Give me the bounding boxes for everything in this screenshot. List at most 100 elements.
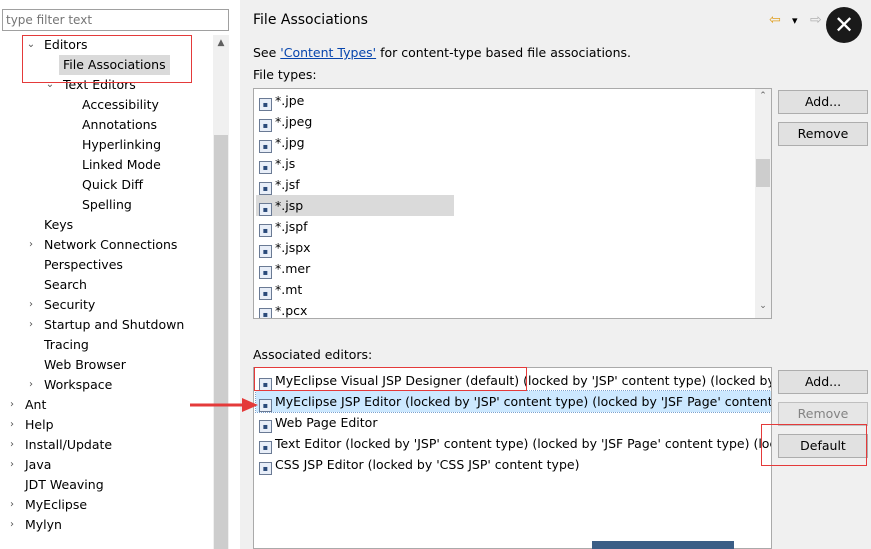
tree-scroll-thumb[interactable] <box>214 135 228 549</box>
file-associations-page: File Associations ⇦ ▾ ⇨ ✕ See 'Content T… <box>240 0 871 549</box>
text-editor-icon: ▪ <box>259 441 272 454</box>
scroll-down-icon[interactable]: ⌄ <box>755 301 771 311</box>
chevron-right-icon[interactable]: › <box>26 315 36 335</box>
file-types-label: File types: <box>253 67 317 82</box>
forward-arrow-icon[interactable]: ⇨ <box>810 12 822 28</box>
editor-row[interactable]: ▪ Web Page Editor <box>259 412 377 433</box>
file-type-row[interactable]: ▪ *.jpg <box>259 132 305 153</box>
tree-item-linked-mode[interactable]: Linked Mode <box>82 155 161 175</box>
file-type-name: *.jsf <box>275 177 300 192</box>
file-type-row[interactable]: ▪ *.mer <box>259 258 310 279</box>
nav-menu-chevron-icon[interactable]: ▾ <box>792 14 798 27</box>
file-types-scrollbar[interactable]: ⌃ ⌄ <box>755 89 771 318</box>
remove-editor-button[interactable]: Remove <box>778 402 868 426</box>
highlight-box-editors <box>22 35 192 83</box>
jsp-file-icon: ▪ <box>259 245 272 258</box>
tree-item-security[interactable]: Security <box>44 295 95 315</box>
add-editor-button[interactable]: Add... <box>778 370 868 394</box>
file-type-name: *.mt <box>275 282 303 297</box>
add-file-type-button[interactable]: Add... <box>778 90 868 114</box>
file-type-name: *.jpe <box>275 93 305 108</box>
file-type-row[interactable]: ▪ *.mt <box>259 279 302 300</box>
tree-item-install-update[interactable]: Install/Update <box>25 435 112 455</box>
tree-item-accessibility[interactable]: Accessibility <box>82 95 159 115</box>
file-types-scroll-thumb[interactable] <box>756 159 770 187</box>
tree-item-java[interactable]: Java <box>25 455 51 475</box>
file-type-name: *.jpg <box>275 135 305 150</box>
tree-item-myeclipse[interactable]: MyEclipse <box>25 495 87 515</box>
close-icon[interactable]: ✕ <box>826 7 862 43</box>
scroll-up-icon[interactable]: ⌃ <box>755 91 771 101</box>
tree-item-startup-and-shutdown[interactable]: Startup and Shutdown <box>44 315 184 335</box>
editor-name: MyEclipse JSP Editor (locked by 'JSP' co… <box>275 394 772 409</box>
tree-item-hyperlinking[interactable]: Hyperlinking <box>82 135 161 155</box>
tree-item-spelling[interactable]: Spelling <box>82 195 132 215</box>
file-type-row[interactable]: ▪ *.js <box>259 153 295 174</box>
web-page-icon: ▪ <box>259 420 272 433</box>
editor-name: CSS JSP Editor (locked by 'CSS JSP' cont… <box>275 457 580 472</box>
tree-item-workspace[interactable]: Workspace <box>44 375 112 395</box>
jsf-file-icon: ▪ <box>259 182 272 195</box>
editor-row[interactable]: ▪ MyEclipse JSP Editor (locked by 'JSP' c… <box>255 390 772 413</box>
chevron-right-icon[interactable]: › <box>7 395 17 415</box>
tree-item-network-connections[interactable]: Network Connections <box>44 235 177 255</box>
chevron-right-icon[interactable]: › <box>26 235 36 255</box>
file-type-row[interactable]: ▪ *.jsf <box>259 174 300 195</box>
back-arrow-icon[interactable]: ⇦ <box>769 12 781 28</box>
file-type-row[interactable]: ▪ *.jspx <box>259 237 311 258</box>
file-type-name: *.pcx <box>275 303 308 318</box>
file-types-list[interactable]: ⌃ ⌄ ▪ *.jpe ▪ *.jpeg ▪ *.jpg ▪ *.js ▪ *.jsf ▪ *.jsp… <box>253 88 772 319</box>
preferences-tree-pane: ⌄EditorsFile Associations⌄Text EditorsAc… <box>0 0 232 549</box>
chevron-right-icon[interactable]: › <box>7 435 17 455</box>
tree-item-jdt-weaving[interactable]: JDT Weaving <box>25 475 104 495</box>
jsp-file-icon: ▪ <box>259 203 272 216</box>
js-file-icon: ▪ <box>259 161 272 174</box>
taskbar-fragment <box>592 541 734 549</box>
file-type-name: *.js <box>275 156 296 171</box>
chevron-right-icon[interactable]: › <box>7 495 17 515</box>
file-type-row[interactable]: ▪ *.jspf <box>259 216 308 237</box>
tree-item-perspectives[interactable]: Perspectives <box>44 255 123 275</box>
file-type-row[interactable]: ▪ *.jsp <box>256 195 454 216</box>
file-type-row[interactable]: ▪ *.pcx <box>259 300 308 318</box>
page-title: File Associations <box>253 12 368 28</box>
tree-item-ant[interactable]: Ant <box>25 395 46 415</box>
chevron-right-icon[interactable]: › <box>26 375 36 395</box>
editor-row[interactable]: ▪ CSS JSP Editor (locked by 'CSS JSP' con… <box>259 454 579 475</box>
chevron-right-icon[interactable]: › <box>26 295 36 315</box>
tree-item-tracing[interactable]: Tracing <box>44 335 89 355</box>
tree-item-annotations[interactable]: Annotations <box>82 115 157 135</box>
tree-item-help[interactable]: Help <box>25 415 54 435</box>
tree-item-search[interactable]: Search <box>44 275 87 295</box>
hint-prefix: See <box>253 45 281 60</box>
file-type-name: *.jpeg <box>275 114 313 129</box>
file-type-name: *.jsp <box>275 198 304 213</box>
jsp-editor-icon: ▪ <box>259 399 272 412</box>
associated-editors-label: Associated editors: <box>253 347 373 362</box>
file-type-name: *.mer <box>275 261 311 276</box>
image-icon: ▪ <box>259 98 272 111</box>
editor-row[interactable]: ▪ Text Editor (locked by 'JSP' content ty… <box>259 433 772 454</box>
chevron-right-icon[interactable]: › <box>7 415 17 435</box>
tree-scrollbar[interactable]: ▲ <box>213 35 229 549</box>
file-type-row[interactable]: ▪ *.jpeg <box>259 111 312 132</box>
chevron-right-icon[interactable]: › <box>7 515 17 535</box>
tree-item-keys[interactable]: Keys <box>44 215 73 235</box>
text-file-icon: ▪ <box>259 287 272 300</box>
remove-file-type-button[interactable]: Remove <box>778 122 868 146</box>
page-header: File Associations ⇦ ▾ ⇨ ✕ <box>240 0 871 43</box>
chevron-right-icon[interactable]: › <box>7 455 17 475</box>
tree-item-mylyn[interactable]: Mylyn <box>25 515 62 535</box>
preferences-tree: ⌄ Editors File Associations ⌄ Text Editors Ac… <box>0 35 213 549</box>
tree-item-web-browser[interactable]: Web Browser <box>44 355 126 375</box>
tree-item-quick-diff[interactable]: Quick Diff <box>82 175 143 195</box>
editor-name: Text Editor (locked by 'JSP' content typ… <box>275 436 772 451</box>
content-types-link[interactable]: 'Content Types' <box>280 45 376 60</box>
image-icon: ▪ <box>259 119 272 132</box>
image-icon: ▪ <box>259 140 272 153</box>
file-type-row[interactable]: ▪ *.jpe <box>259 90 304 111</box>
file-type-name: *.jspf <box>275 219 308 234</box>
filter-input[interactable] <box>2 9 229 31</box>
scroll-up-icon[interactable]: ▲ <box>213 35 229 51</box>
associated-editors-list[interactable]: ▪ MyEclipse Visual JSP Designer (default)… <box>253 367 772 549</box>
